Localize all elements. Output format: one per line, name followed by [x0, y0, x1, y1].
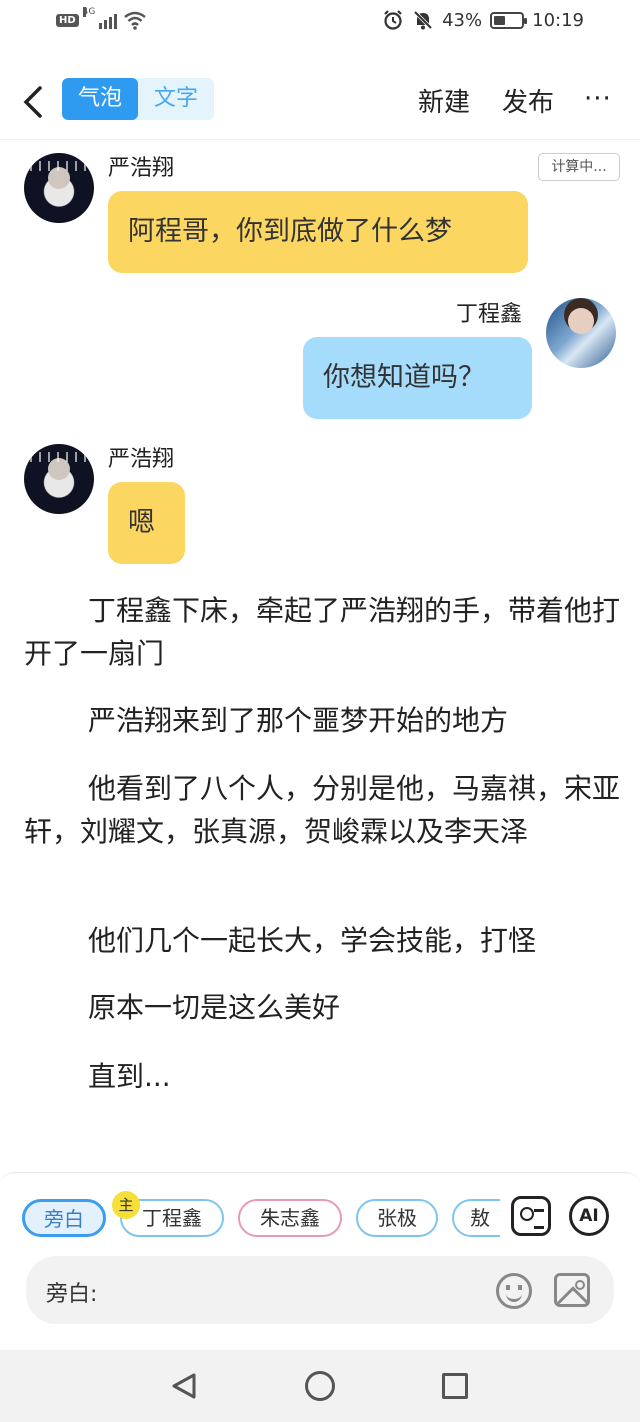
battery-percent: 43%: [442, 9, 483, 31]
wifi-icon: [123, 11, 146, 30]
narration-paragraph[interactable]: 直到...: [24, 1055, 620, 1098]
speaker-name: 严浩翔: [108, 447, 175, 472]
nav-home-icon[interactable]: [305, 1371, 335, 1401]
nav-back-icon[interactable]: [170, 1372, 198, 1400]
new-button[interactable]: 新建: [418, 82, 470, 119]
avatar-ding-chengxin[interactable]: [546, 298, 616, 368]
calculating-badge: 计算中...: [538, 153, 620, 181]
role-manager-icon[interactable]: [511, 1196, 551, 1236]
narration-paragraph[interactable]: 丁程鑫下床，牵起了严浩翔的手，带着他打开了一扇门: [24, 589, 620, 675]
message-bubble[interactable]: 嗯: [108, 482, 185, 564]
status-bar: HD 4G 43% 10:19: [0, 0, 640, 44]
main-role-badge: 主: [112, 1191, 140, 1219]
narration-paragraph[interactable]: 原本一切是这么美好: [24, 986, 620, 1029]
input-role-label: 旁白:: [46, 1282, 98, 1307]
message-bubble[interactable]: 阿程哥，你到底做了什么梦: [108, 191, 528, 273]
mode-switch: 气泡 文字: [62, 78, 214, 120]
mute-icon: [413, 10, 433, 30]
alarm-icon: [384, 10, 402, 30]
tab-text[interactable]: 文字: [138, 78, 214, 120]
role-chip-narration[interactable]: 旁白: [22, 1199, 106, 1237]
system-nav-bar: [0, 1350, 640, 1422]
status-right: 43% 10:19: [382, 9, 584, 31]
nav-recent-apps-icon[interactable]: [442, 1373, 468, 1399]
more-menu-button[interactable]: ···: [584, 84, 612, 114]
hd-badge: HD: [56, 13, 79, 27]
narration-paragraph[interactable]: 严浩翔来到了那个噩梦开始的地方: [24, 699, 620, 742]
back-arrow-icon[interactable]: [18, 82, 48, 122]
narration-paragraph[interactable]: 他们几个一起长大，学会技能，打怪: [24, 919, 620, 962]
message-bubble[interactable]: 你想知道吗？: [303, 337, 532, 419]
battery-icon: [490, 11, 528, 29]
message-input[interactable]: 旁白:: [26, 1256, 614, 1324]
battery-fill: [494, 15, 506, 25]
image-icon[interactable]: [554, 1273, 590, 1307]
status-left: HD 4G: [56, 7, 147, 30]
avatar-yan-haoxiang[interactable]: [24, 444, 94, 514]
role-chip-ao[interactable]: 敖: [452, 1199, 500, 1237]
avatar-yan-haoxiang[interactable]: [24, 153, 94, 223]
tab-bubble[interactable]: 气泡: [62, 78, 138, 120]
role-chip-zhang-ji[interactable]: 张极: [356, 1199, 438, 1237]
speaker-name: 丁程鑫: [456, 302, 523, 327]
network-type: 4G: [82, 7, 96, 17]
ai-button[interactable]: AI: [569, 1196, 609, 1236]
signal-icon: 4G: [82, 7, 117, 29]
role-chip-zhu-zhixin[interactable]: 朱志鑫: [238, 1199, 342, 1237]
emoji-icon[interactable]: [496, 1273, 532, 1309]
speaker-name: 严浩翔: [108, 156, 175, 181]
publish-button[interactable]: 发布: [502, 82, 554, 119]
editor-header: 气泡 文字 新建 发布 ···: [0, 64, 640, 140]
clock: 10:19: [532, 9, 584, 31]
narration-paragraph[interactable]: 他看到了八个人，分别是他，马嘉祺，宋亚轩，刘耀文，张真源，贺峻霖以及李天泽: [24, 767, 620, 853]
